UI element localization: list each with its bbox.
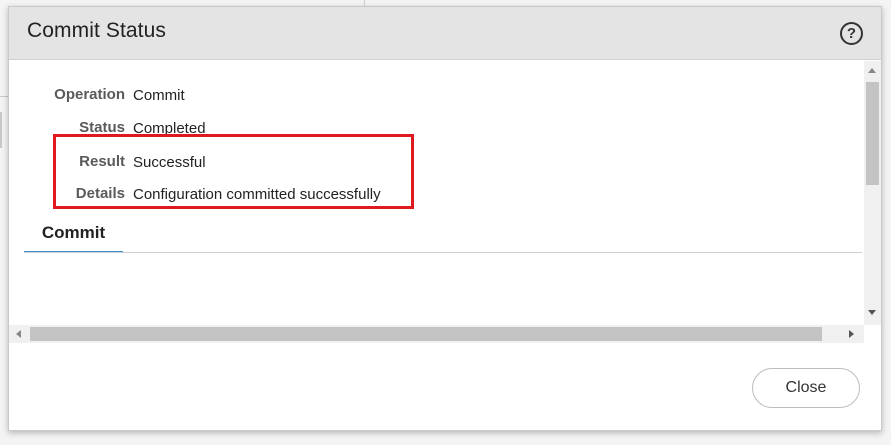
horizontal-scrollbar[interactable]: [9, 325, 864, 343]
dialog-title: Commit Status: [27, 19, 166, 42]
scroll-right-icon[interactable]: [849, 330, 854, 338]
background-divider: [0, 96, 8, 97]
tab-commit[interactable]: Commit: [24, 215, 123, 253]
field-row-operation: Operation Commit: [9, 86, 609, 108]
close-button[interactable]: Close: [752, 368, 860, 408]
scroll-up-icon[interactable]: [868, 68, 876, 73]
scroll-down-icon[interactable]: [868, 310, 876, 315]
commit-status-dialog: Commit Status ? Operation Commit Status …: [8, 6, 882, 431]
horizontal-scroll-thumb[interactable]: [30, 327, 822, 341]
field-label: Operation: [54, 86, 125, 103]
dialog-content: Operation Commit Status Completed Result…: [9, 61, 881, 344]
background-divider: [0, 112, 8, 148]
vertical-scroll-thumb[interactable]: [866, 82, 879, 185]
scroll-left-icon[interactable]: [16, 330, 21, 338]
highlight-box: [53, 134, 414, 209]
vertical-scrollbar[interactable]: [864, 61, 881, 325]
tab-divider: [24, 252, 862, 253]
dialog-header: Commit Status ?: [9, 7, 881, 60]
field-value: Commit: [133, 87, 185, 104]
help-icon[interactable]: ?: [840, 22, 863, 45]
